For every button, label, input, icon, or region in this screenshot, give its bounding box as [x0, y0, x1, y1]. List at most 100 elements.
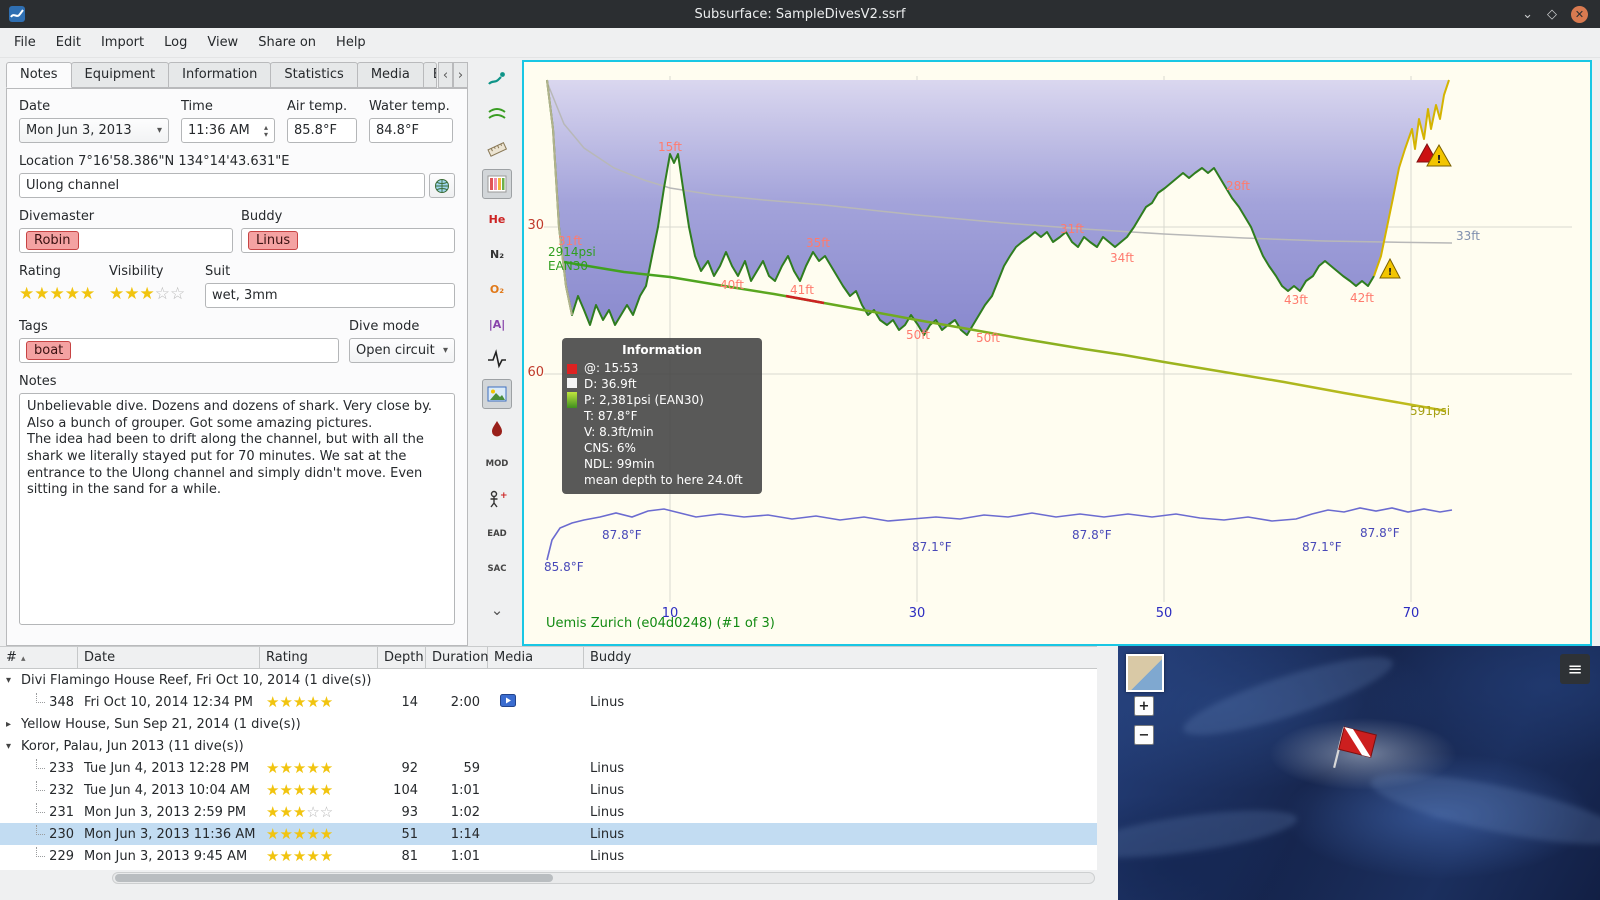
- temp-label: 87.8°F: [602, 528, 642, 542]
- svg-text:!: !: [1436, 153, 1441, 166]
- trip-row[interactable]: ▾ Koror, Palau, Jun 2013 (11 dive(s)): [0, 735, 1097, 757]
- dive-row[interactable]: 231 Mon Jun 3, 2013 2:59 PM ★★★☆☆ 93 1:0…: [0, 801, 1097, 823]
- dive-info-panel: Notes Equipment Information Statistics M…: [6, 62, 468, 646]
- depth-label: 50ft: [976, 331, 1000, 345]
- toolbar-he-toggle[interactable]: He: [482, 204, 512, 234]
- buddy-field[interactable]: Linus: [241, 228, 455, 253]
- map-overview-inset[interactable]: [1126, 654, 1164, 692]
- rating-label: Rating: [19, 264, 61, 279]
- visibility-stars[interactable]: ★★★☆☆: [109, 283, 205, 305]
- notes-textarea[interactable]: Unbelievable dive. Dozens and dozens of …: [19, 393, 455, 625]
- temp-label: 87.1°F: [1302, 540, 1342, 554]
- close-button[interactable]: ✕: [1571, 5, 1588, 23]
- toolbar-ceiling-toggle[interactable]: |A|: [482, 309, 512, 339]
- tree-branch: [36, 825, 46, 835]
- divemaster-label: Divemaster: [19, 209, 95, 224]
- air-temp-field[interactable]: [287, 118, 357, 143]
- divemaster-field[interactable]: Robin: [19, 228, 233, 253]
- toolbar-heartrate-toggle[interactable]: [482, 344, 512, 374]
- column-duration[interactable]: Duration: [426, 647, 488, 669]
- column-media[interactable]: Media: [488, 647, 584, 669]
- column-date[interactable]: Date: [78, 647, 260, 669]
- expanded-icon[interactable]: ▾: [6, 741, 16, 752]
- legend-swatch-white: [567, 378, 577, 388]
- menu-file[interactable]: File: [4, 31, 46, 54]
- dive-row[interactable]: 233 Tue Jun 4, 2013 12:28 PM ★★★★★ 92 59…: [0, 757, 1097, 779]
- toolbar-photos-toggle[interactable]: [482, 379, 512, 409]
- tab-extra[interactable]: E: [422, 62, 437, 88]
- menu-edit[interactable]: Edit: [46, 31, 91, 54]
- tab-scroll-left-icon[interactable]: ‹: [438, 62, 453, 88]
- dive-flag-marker[interactable]: [1330, 722, 1382, 778]
- column-buddy[interactable]: Buddy: [584, 647, 1097, 669]
- tab-scroll-right-icon[interactable]: ›: [453, 62, 468, 88]
- dive-mode-select[interactable]: Open circuit ▾: [349, 338, 455, 363]
- dive-row[interactable]: 229 Mon Jun 3, 2013 9:45 AM ★★★★★ 81 1:0…: [0, 845, 1097, 867]
- suit-field[interactable]: [205, 283, 455, 308]
- toolbar-n2-toggle[interactable]: N₂: [482, 239, 512, 269]
- toolbar-ruler-icon[interactable]: [482, 134, 512, 164]
- dive-site-map[interactable]: + − ≡: [1118, 646, 1600, 900]
- spinner-arrows-icon[interactable]: ▴ ▾: [264, 123, 268, 138]
- dive-row[interactable]: 348 Fri Oct 10, 2014 12:34 PM ★★★★★ 14 2…: [0, 691, 1097, 713]
- scrollbar-thumb[interactable]: [115, 874, 553, 882]
- toolbar-ink-drop-icon[interactable]: [482, 414, 512, 444]
- toolbar-heatmap-toggle[interactable]: [482, 169, 512, 199]
- map-globe-button[interactable]: [429, 173, 455, 198]
- toolbar-mod-toggle[interactable]: MOD: [482, 449, 512, 479]
- map-menu-button[interactable]: ≡: [1560, 654, 1590, 684]
- dive-profile-canvas[interactable]: ! ! 30 60 10 30 50 70 2914psi EAN30 591p…: [522, 60, 1592, 646]
- date-combo[interactable]: Mon Jun 3, 2013 ▾: [19, 118, 169, 143]
- dive-list: # ▴ Date Rating Depth Duration Media Bud…: [0, 646, 1097, 870]
- buddy-chip[interactable]: Linus: [248, 231, 299, 250]
- tree-branch: [36, 759, 46, 769]
- expanded-icon[interactable]: ▾: [6, 675, 16, 686]
- buddy-label: Buddy: [241, 209, 283, 224]
- dive-row-selected[interactable]: 230 Mon Jun 3, 2013 11:36 AM ★★★★★ 51 1:…: [0, 823, 1097, 845]
- tab-information[interactable]: Information: [168, 62, 272, 88]
- minimize-button[interactable]: ⌄: [1522, 8, 1533, 21]
- location-field[interactable]: [19, 173, 425, 198]
- menu-import[interactable]: Import: [91, 31, 154, 54]
- dive-row[interactable]: 232 Tue Jun 4, 2013 10:04 AM ★★★★★ 104 1…: [0, 779, 1097, 801]
- water-temp-field[interactable]: [369, 118, 453, 143]
- tab-statistics[interactable]: Statistics: [270, 62, 358, 88]
- zoom-in-button[interactable]: +: [1134, 696, 1154, 716]
- toolbar-ceiling-waves-icon[interactable]: [482, 99, 512, 129]
- time-spinbox[interactable]: 11:36 AM ▴ ▾: [181, 118, 275, 143]
- tags-field[interactable]: boat: [19, 338, 339, 363]
- column-depth[interactable]: Depth: [378, 647, 426, 669]
- horizontal-scrollbar[interactable]: [112, 872, 1095, 884]
- toolbar-diver-icon[interactable]: [482, 64, 512, 94]
- zoom-out-button[interactable]: −: [1134, 725, 1154, 745]
- maximize-button[interactable]: ◇: [1547, 8, 1557, 21]
- depth-label: 34ft: [1110, 251, 1134, 265]
- trip-row[interactable]: ▾ Divi Flamingo House Reef, Fri Oct 10, …: [0, 669, 1097, 691]
- divemaster-chip[interactable]: Robin: [26, 231, 79, 250]
- menu-help[interactable]: Help: [326, 31, 376, 54]
- tooltip-row: P: 2,381psi (EAN30): [584, 393, 704, 407]
- toolbar-sac-toggle[interactable]: SAC: [482, 554, 512, 584]
- window-title: Subsurface: SampleDivesV2.ssrf: [694, 6, 906, 22]
- profile-toolbar: He N₂ O₂ |A| MOD + EAD SAC ⌄: [476, 64, 518, 646]
- column-rating[interactable]: Rating: [260, 647, 378, 669]
- tab-media[interactable]: Media: [356, 62, 424, 88]
- tab-notes[interactable]: Notes: [6, 62, 72, 88]
- collapsed-icon[interactable]: ▸: [6, 719, 16, 730]
- trip-row[interactable]: ▸ Yellow House, Sun Sep 21, 2014 (1 dive…: [0, 713, 1097, 735]
- menu-log[interactable]: Log: [154, 31, 197, 54]
- rating-stars[interactable]: ★★★★★: [19, 283, 109, 305]
- legend-swatch-red: [567, 364, 577, 374]
- depth-label: 35ft: [806, 236, 830, 250]
- toolbar-ead-toggle[interactable]: EAD: [482, 519, 512, 549]
- tag-chip[interactable]: boat: [26, 341, 72, 360]
- tree-branch: [36, 847, 46, 857]
- menu-view[interactable]: View: [197, 31, 248, 54]
- column-number[interactable]: # ▴: [0, 647, 78, 669]
- media-icon: [500, 693, 516, 707]
- toolbar-o2-toggle[interactable]: O₂: [482, 274, 512, 304]
- toolbar-collapse-icon[interactable]: ⌄: [482, 595, 512, 625]
- toolbar-deco-person-icon[interactable]: +: [482, 484, 512, 514]
- menu-share-on[interactable]: Share on: [248, 31, 326, 54]
- tab-equipment[interactable]: Equipment: [70, 62, 170, 88]
